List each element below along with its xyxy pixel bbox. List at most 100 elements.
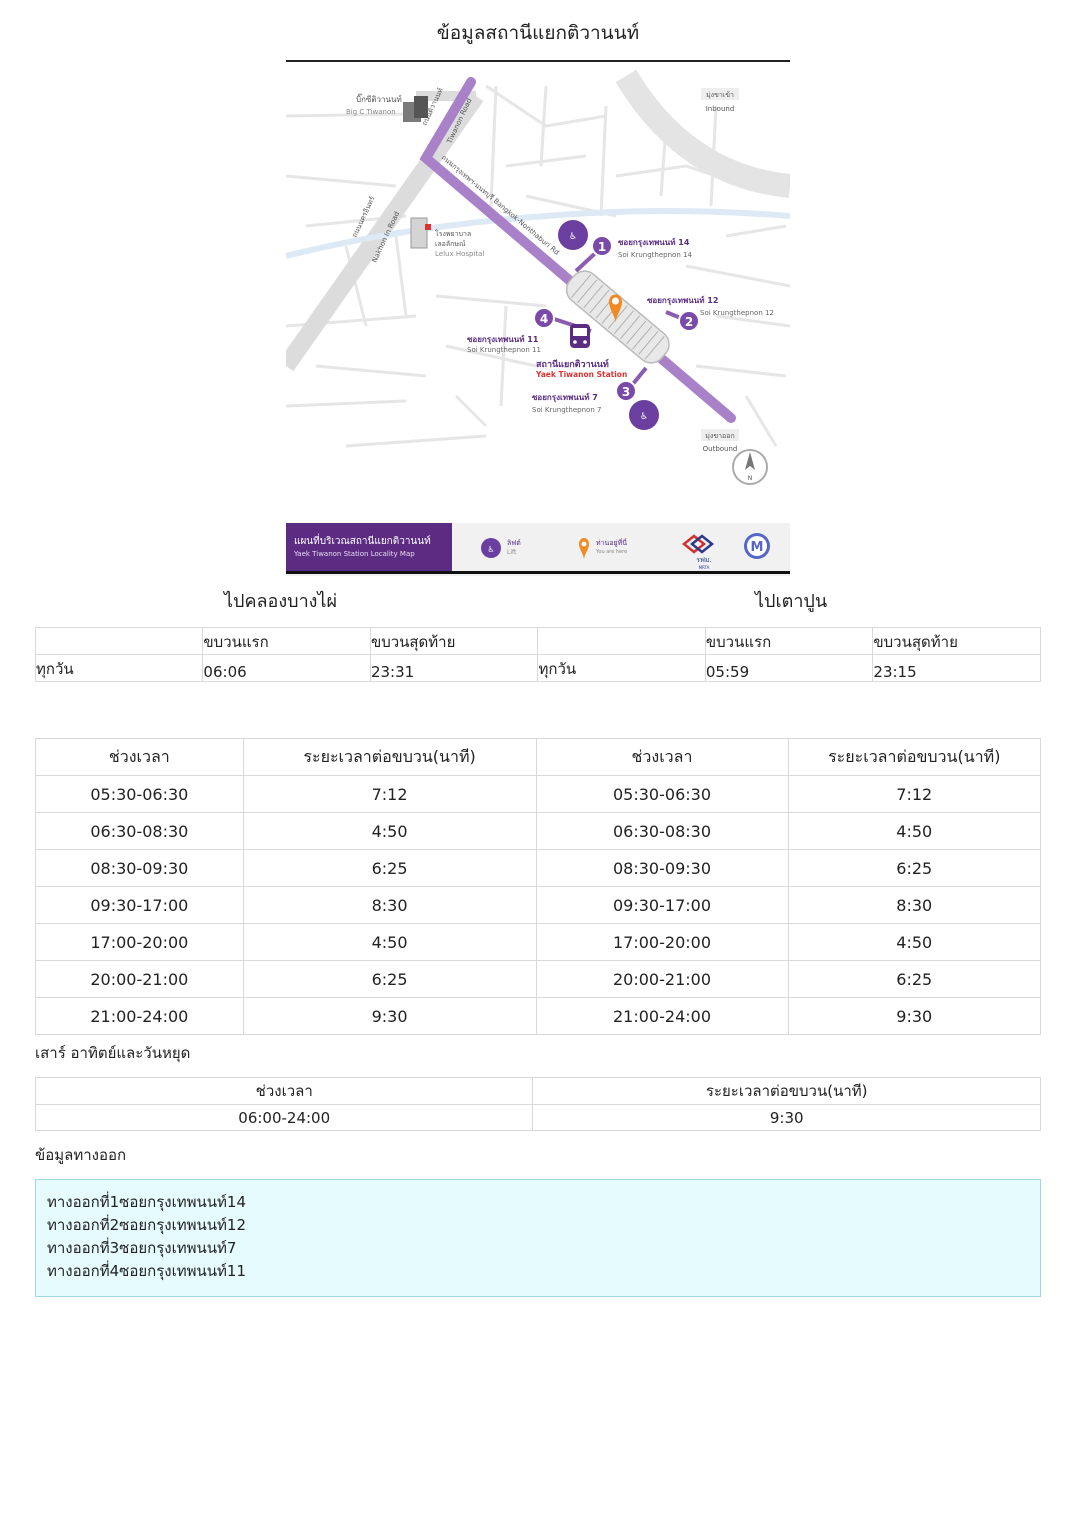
table-cell: 9:30 [242, 997, 537, 1035]
table-row: 17:00-20:00 4:50 17:00-20:00 4:50 [35, 923, 1041, 961]
table-cell: 23:15 [872, 654, 1041, 682]
map-label: Soi Krungthepnon 7 [532, 406, 601, 414]
table-cell: 05:59 [704, 654, 874, 682]
table-cell: 21:00-24:00 [35, 997, 244, 1035]
weekend-label: เสาร์ อาทิตย์และวันหยุด [35, 1044, 191, 1062]
table-cell: 8:30 [787, 886, 1041, 924]
table-cell: 21:00-24:00 [535, 997, 789, 1035]
table-cell: 20:00-21:00 [35, 960, 244, 998]
table-cell [537, 627, 706, 655]
legend-lift-label-en: Lift [507, 549, 517, 556]
map-label: ซอยกรุงเทพนนท์ 14 [618, 237, 690, 248]
first-last-train-table: ขบวนแรก ขบวนสุดท้าย ขบวนแรก ขบวนสุดท้าย … [34, 627, 1041, 682]
legend-lift-icon: ♿ [481, 538, 501, 558]
table-cell: 7:12 [787, 775, 1041, 813]
table-cell: 20:00-21:00 [535, 960, 789, 998]
title-divider [286, 60, 790, 62]
legend-here-label: ท่านอยู่ที่นี่ [596, 538, 627, 547]
table-row: 06:00-24:00 9:30 [34, 1104, 1041, 1131]
table-cell: 06:00-24:00 [34, 1104, 534, 1131]
map-label: โรงพยาบาล [435, 229, 471, 238]
table-header: ขบวนแรก [704, 627, 874, 655]
table-header: ช่วงเวลา [535, 738, 789, 776]
table-cell: 7:12 [242, 775, 537, 813]
map-label: สถานีแยกติวานนท์ [536, 358, 609, 370]
table-cell: 9:30 [787, 997, 1041, 1035]
table-cell: 4:50 [787, 923, 1041, 961]
svg-text:4: 4 [540, 312, 548, 326]
map-label: Inbound [706, 105, 735, 113]
train-icon [570, 324, 590, 348]
map-label: Yaek Tiwanon Station [535, 370, 627, 379]
table-cell: 08:30-09:30 [535, 849, 789, 887]
table-cell: 09:30-17:00 [35, 886, 244, 924]
table-row: 06:30-08:30 4:50 06:30-08:30 4:50 [35, 812, 1041, 850]
table-cell: 05:30-06:30 [35, 775, 244, 813]
table-cell: ทุกวัน [537, 654, 706, 682]
exits-label: ข้อมูลทางออก [35, 1146, 127, 1164]
table-cell: 6:25 [787, 960, 1041, 998]
exit-2-marker: 2 [678, 310, 700, 332]
table-cell: 06:30-08:30 [535, 812, 789, 850]
legend-subtitle: Yaek Tiwanon Station Locality Map [293, 550, 415, 558]
table-header: ระยะเวลาต่อขบวน(นาที) [532, 1077, 1041, 1105]
map-label: มุ่งขาออก [705, 432, 734, 440]
legend-title: แผนที่บริเวณสถานีแยกติวานนท์ [294, 533, 431, 547]
table-cell: 9:30 [532, 1104, 1041, 1131]
map-label: Lelux Hospital [435, 250, 484, 258]
table-cell: 4:50 [787, 812, 1041, 850]
svg-text:♿: ♿ [569, 232, 577, 242]
table-header: ขบวนสุดท้าย [369, 627, 539, 655]
table-cell: 17:00-20:00 [35, 923, 244, 961]
table-header: ระยะเวลาต่อขบวน(นาที) [787, 738, 1041, 776]
map-label: Soi Krungthepnon 11 [467, 346, 541, 354]
svg-text:MRTA: MRTA [699, 565, 710, 570]
list-item: ทางออกที่2ซอยกรุงเทพนนท์12 [47, 1216, 246, 1234]
north-arrow-icon: N [732, 449, 768, 485]
list-item: ทางออกที่1ซอยกรุงเทพนนท์14 [47, 1193, 246, 1211]
exit-3-marker: 3 [615, 380, 637, 402]
weekend-headway-table: ช่วงเวลา ระยะเวลาต่อขบวน(นาที) 06:00-24:… [34, 1077, 1041, 1131]
map-label: Big C Tiwanon [346, 108, 396, 116]
map-label: Outbound [703, 445, 738, 453]
table-row: 05:30-06:30 7:12 05:30-06:30 7:12 [35, 775, 1041, 813]
table-row: ช่วงเวลา ระยะเวลาต่อขบวน(นาที) [34, 1077, 1041, 1105]
table-cell: 23:31 [369, 654, 539, 682]
lift-icon: ♿ [558, 220, 588, 250]
svg-text:รฟม.: รฟม. [696, 556, 712, 564]
station-map: ♿ ♿ 1 2 3 4 บิ๊กซีติวานนท์ Big C Tiwanon… [286, 66, 790, 576]
table-row: 21:00-24:00 9:30 21:00-24:00 9:30 [35, 997, 1041, 1035]
svg-text:M: M [751, 540, 764, 555]
svg-text:♿: ♿ [487, 545, 494, 554]
table-row: 08:30-09:30 6:25 08:30-09:30 6:25 [35, 849, 1041, 887]
svg-text:3: 3 [622, 385, 630, 399]
direction-heading-left: ไปคลองบางไผ่ [224, 591, 338, 612]
table-cell: 17:00-20:00 [535, 923, 789, 961]
table-cell: 08:30-09:30 [35, 849, 244, 887]
svg-text:N: N [748, 475, 753, 482]
table-cell: 8:30 [242, 886, 537, 924]
table-header: ขบวนแรก [202, 627, 371, 655]
map-label: ซอยกรุงเทพนนท์ 11 [467, 334, 539, 345]
map-label: Soi Krungthepnon 12 [700, 309, 774, 317]
list-item: ทางออกที่3ซอยกรุงเทพนนท์7 [47, 1239, 237, 1257]
legend-here-label-en: You are here [595, 549, 627, 555]
map-label: เลอลักษณ์ [435, 240, 466, 248]
metro-m-logo: M [744, 533, 770, 559]
table-cell: 06:06 [202, 654, 371, 682]
table-cell: 09:30-17:00 [535, 886, 789, 924]
map-label: มุ่งขาเข้า [706, 91, 734, 99]
weekday-headway-table: ช่วงเวลา ระยะเวลาต่อขบวน(นาที) ช่วงเวลา … [35, 738, 1041, 1035]
table-cell [34, 627, 204, 655]
map-label: Soi Krungthepnon 14 [618, 251, 692, 259]
table-cell: 06:30-08:30 [35, 812, 244, 850]
exit-info-box: ทางออกที่1ซอยกรุงเทพนนท์14 ทางออกที่2ซอย… [35, 1179, 1041, 1297]
exit-4-marker: 4 [533, 307, 555, 329]
svg-text:♿: ♿ [640, 412, 648, 422]
table-row: ขบวนแรก ขบวนสุดท้าย ขบวนแรก ขบวนสุดท้าย [34, 627, 1041, 655]
list-item: ทางออกที่4ซอยกรุงเทพนนท์11 [47, 1262, 246, 1280]
table-header: ช่วงเวลา [35, 738, 244, 776]
table-header: ระยะเวลาต่อขบวน(นาที) [242, 738, 537, 776]
table-cell: 4:50 [242, 812, 537, 850]
table-cell: ทุกวัน [34, 654, 204, 682]
